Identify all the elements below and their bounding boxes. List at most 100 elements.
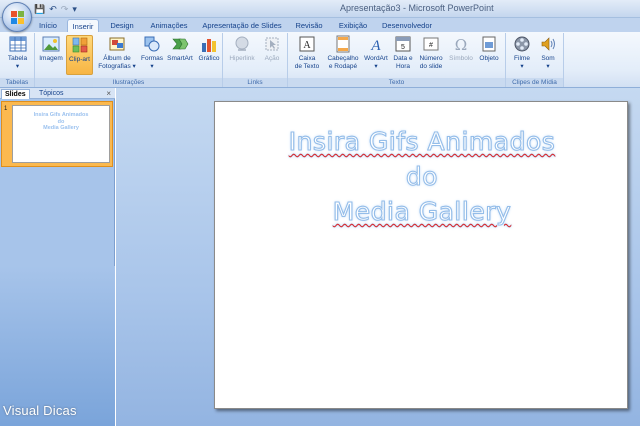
numero-slide-label-1: Número: [419, 55, 443, 62]
slide-thumbnail-selected[interactable]: 1 Insira Gifs Animados do Media Gallery: [1, 101, 113, 167]
album-button[interactable]: Álbum de Fotografias ▾: [95, 35, 139, 70]
svg-text:A: A: [370, 38, 381, 53]
svg-text:5: 5: [401, 44, 405, 51]
quick-access-toolbar: 💾 ↶ ↷ ▾: [34, 3, 77, 15]
tab-topicos[interactable]: Tópicos: [36, 89, 67, 99]
tab-desenvolvedor[interactable]: Desenvolvedor: [379, 19, 435, 32]
filme-button[interactable]: Filme ▾: [509, 35, 535, 70]
pane-tabs: Slides Tópicos ×: [0, 88, 115, 99]
caixa-texto-label-2: de Texto: [294, 62, 320, 70]
smartart-label: SmartArt: [167, 55, 193, 62]
thumbnail-line-3: Media Gallery: [43, 125, 79, 131]
tab-design[interactable]: Design: [107, 19, 137, 32]
objeto-label: Objeto: [479, 55, 499, 62]
group-texto: A Caixa de Texto Cabeçalho e Rodapé A Wo…: [288, 33, 506, 87]
formas-label: Formas: [140, 55, 164, 62]
group-clipes-midia: Filme ▾ Som ▾ Clipes de Mídia: [506, 33, 564, 87]
som-button[interactable]: Som ▾: [536, 35, 560, 70]
ribbon: Tabela ▾ Tabelas Imagem Clip-art Álbum d…: [0, 32, 640, 88]
tab-revisao[interactable]: Revisão: [292, 19, 326, 32]
redo-icon[interactable]: ↷: [61, 3, 69, 15]
filme-arrow: ▾: [520, 62, 524, 70]
numero-slide-label-2: do slide: [419, 62, 443, 70]
tab-exibicao[interactable]: Exibição: [335, 19, 371, 32]
smartart-icon: [172, 38, 189, 50]
clipart-icon: [72, 37, 87, 53]
data-hora-label-1: Data e: [393, 55, 413, 62]
group-tabelas: Tabela ▾ Tabelas: [0, 33, 35, 87]
group-label-links: Links: [223, 78, 287, 87]
data-hora-label-2: Hora: [395, 62, 411, 70]
group-ilustracoes: Imagem Clip-art Álbum de Fotografias ▾ F…: [35, 33, 223, 87]
tabela-arrow: ▾: [15, 62, 20, 70]
slide-number-icon: #: [423, 37, 439, 51]
som-arrow: ▾: [546, 62, 550, 70]
wordart-button[interactable]: A WordArt ▾: [362, 35, 390, 70]
office-button[interactable]: [2, 2, 32, 32]
header-footer-icon: [336, 35, 350, 53]
smartart-button[interactable]: SmartArt: [165, 35, 195, 63]
calendar-icon: 5: [395, 36, 411, 52]
wordart-arrow: ▾: [374, 62, 378, 70]
pane-background: [0, 266, 115, 426]
slide-title-line-2: do: [405, 162, 439, 192]
svg-text:#: #: [429, 42, 433, 49]
globe-link-icon: [235, 36, 249, 51]
picture-icon: [42, 36, 60, 52]
tab-animacoes[interactable]: Animações: [146, 19, 192, 32]
group-label-texto: Texto: [288, 78, 505, 87]
tab-inicio[interactable]: Início: [34, 19, 62, 32]
action-icon: [265, 37, 279, 51]
office-logo-icon: [11, 11, 25, 25]
hiperlink-button[interactable]: Hiperlink: [226, 35, 258, 63]
slide-title-line-1-text: Insira Gifs Animados: [288, 127, 556, 157]
shapes-icon: [144, 36, 160, 52]
grafico-button[interactable]: Gráfico: [196, 35, 222, 63]
customize-qat-icon[interactable]: ▾: [72, 3, 77, 15]
tab-slides[interactable]: Slides: [1, 89, 30, 99]
close-pane-icon[interactable]: ×: [106, 88, 111, 99]
title-bar: 💾 ↶ ↷ ▾ Apresentação3 - Microsoft PowerP…: [0, 0, 640, 18]
undo-icon[interactable]: ↶: [49, 3, 57, 15]
group-links: Hiperlink Ação Links: [223, 33, 288, 87]
object-icon: [482, 36, 496, 52]
som-label: Som: [541, 55, 555, 62]
tab-apresentacao[interactable]: Apresentação de Slides: [200, 19, 284, 32]
slide-thumbnail[interactable]: Insira Gifs Animados do Media Gallery: [12, 105, 110, 163]
simbolo-label: Símbolo: [449, 55, 473, 62]
cabecalho-label-2: e Rodapé: [328, 62, 358, 70]
slide-title[interactable]: Insira Gifs Animados do Media Gallery: [215, 124, 629, 229]
formas-button[interactable]: Formas ▾: [139, 35, 165, 70]
objeto-button[interactable]: Objeto: [476, 35, 502, 63]
tabela-button[interactable]: Tabela ▾: [4, 35, 31, 70]
text-box-icon: A: [299, 36, 315, 52]
caixa-texto-button[interactable]: A Caixa de Texto: [292, 35, 322, 70]
slide-canvas[interactable]: Insira Gifs Animados do Media Gallery: [214, 101, 628, 409]
simbolo-button[interactable]: Ω Símbolo: [446, 35, 476, 63]
group-label-ilustracoes: Ilustrações: [35, 78, 222, 87]
numero-slide-button[interactable]: # Número do slide: [416, 35, 446, 70]
save-icon[interactable]: 💾: [34, 3, 45, 15]
chart-icon: [202, 39, 216, 52]
cabecalho-label-1: Cabeçalho: [327, 55, 359, 62]
clipart-button[interactable]: Clip-art: [66, 35, 93, 75]
acao-button[interactable]: Ação: [260, 35, 284, 63]
acao-label: Ação: [264, 55, 280, 62]
imagem-label: Imagem: [39, 55, 63, 62]
album-label-2: Fotografias ▾: [98, 62, 136, 70]
watermark: Visual Dicas: [3, 403, 77, 418]
formas-arrow: ▾: [150, 62, 154, 70]
imagem-button[interactable]: Imagem: [38, 35, 64, 63]
slide-title-line-3-text: Media Gallery: [332, 197, 512, 227]
cabecalho-button[interactable]: Cabeçalho e Rodapé: [324, 35, 362, 70]
ribbon-tabs: Início Inserir Design Animações Apresent…: [0, 18, 640, 32]
slide-title-line-3: Media Gallery: [215, 194, 629, 229]
hiperlink-label: Hiperlink: [229, 55, 255, 62]
svg-text:A: A: [303, 40, 311, 51]
table-icon: [9, 36, 26, 52]
grafico-label: Gráfico: [198, 55, 220, 62]
data-hora-button[interactable]: 5 Data e Hora: [391, 35, 415, 70]
slide-title-line-1: Insira Gifs Animados: [215, 124, 629, 159]
tab-inserir[interactable]: Inserir: [67, 19, 99, 32]
svg-text:Ω: Ω: [455, 36, 467, 53]
